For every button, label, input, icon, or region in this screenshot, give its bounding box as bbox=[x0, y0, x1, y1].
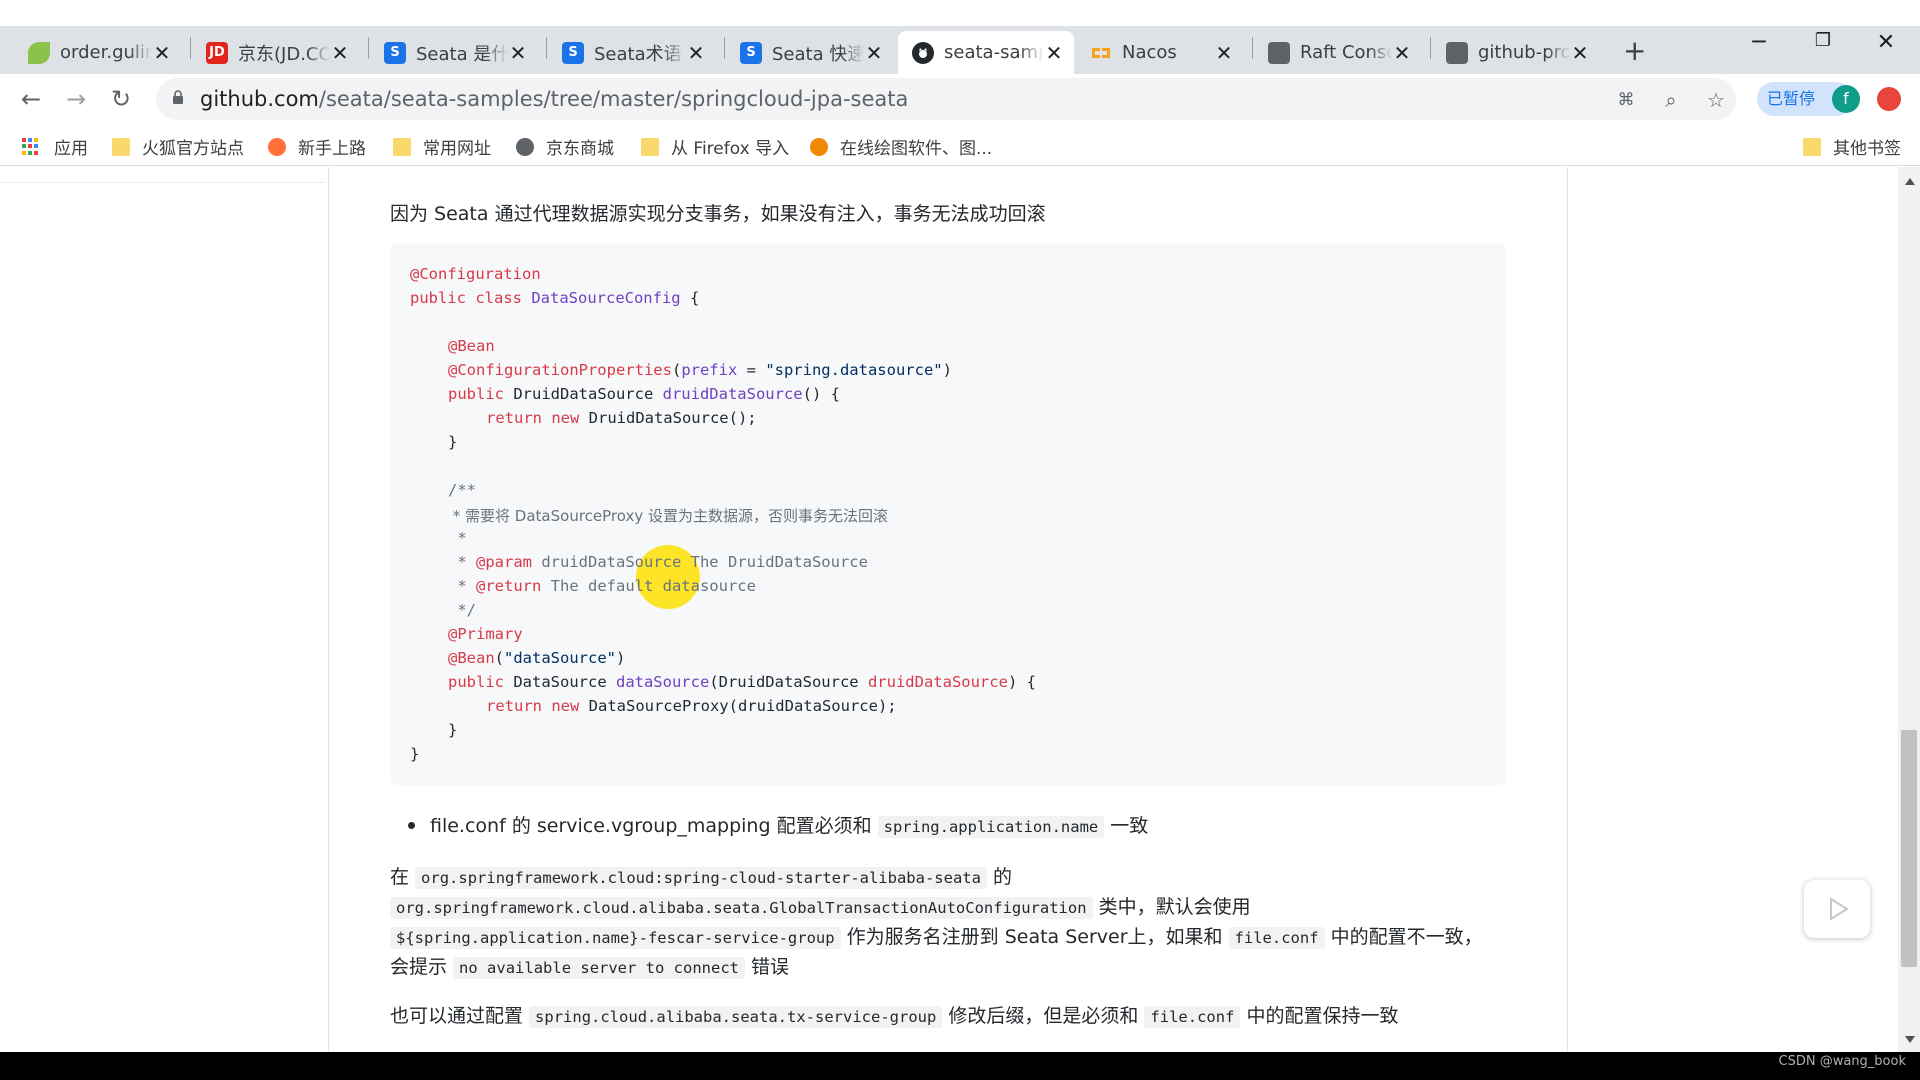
browser-window: order.gulim ✕ JD 京东(JD.COM) ✕ S Seata 是什… bbox=[0, 0, 1920, 1052]
firefox-icon bbox=[268, 137, 286, 156]
config-paragraph-line-3: ${spring.application.name}-fescar-servic… bbox=[390, 922, 1483, 949]
close-tab-icon[interactable]: ✕ bbox=[508, 41, 528, 65]
code-line: @Configuration bbox=[410, 265, 541, 283]
code-line: public DruidDataSource druidDataSource()… bbox=[448, 385, 840, 403]
restore-button[interactable]: ❐ bbox=[1803, 30, 1843, 51]
bookmark-apps[interactable]: 应用 bbox=[22, 134, 88, 159]
apps-grid-icon bbox=[22, 137, 40, 156]
jd-icon: JD bbox=[206, 41, 228, 64]
tab-nacos[interactable]: Nacos ✕ bbox=[1076, 31, 1244, 74]
tab-seata-what[interactable]: S Seata 是什么 ✕ bbox=[370, 31, 538, 74]
code-line: } bbox=[448, 433, 458, 451]
sidebar-divider bbox=[0, 182, 325, 183]
tab-github-proxy[interactable]: github-proxy ✕ bbox=[1432, 31, 1600, 74]
translate-icon[interactable]: ⌘ bbox=[1614, 88, 1638, 112]
folder-icon bbox=[112, 137, 130, 156]
close-tab-icon[interactable]: ✕ bbox=[1392, 41, 1412, 65]
lock-icon bbox=[173, 90, 183, 104]
extension-icon[interactable] bbox=[1877, 87, 1901, 111]
close-tab-icon[interactable]: ✕ bbox=[1570, 41, 1590, 65]
code-line: @Bean("dataSource") bbox=[448, 649, 626, 667]
page-content: 因为 Seata 通过代理数据源实现分支事务，如果没有注入，事务无法成功回滚 @… bbox=[0, 167, 1920, 1052]
code-comment: * @return The default datasource bbox=[448, 577, 756, 595]
forward-button[interactable]: → bbox=[59, 82, 93, 116]
bullet-dot bbox=[408, 822, 415, 829]
tab-order-gulimall[interactable]: order.gulim ✕ bbox=[14, 31, 182, 74]
video-play-button[interactable] bbox=[1804, 880, 1870, 938]
tab-jd[interactable]: JD 京东(JD.COM) ✕ bbox=[192, 31, 360, 74]
bookmark-getting-started[interactable]: 新手上路 bbox=[268, 134, 366, 159]
code-line: public class DataSourceConfig { bbox=[410, 289, 700, 307]
folder-icon bbox=[641, 137, 659, 156]
code-line: return new DruidDataSource(); bbox=[486, 409, 757, 427]
seata-icon: S bbox=[740, 41, 762, 64]
tab-seata-terms[interactable]: S Seata术语 ✕ bbox=[548, 31, 716, 74]
close-tab-icon[interactable]: ✕ bbox=[686, 41, 706, 65]
config-paragraph-line-1: 在 org.springframework.cloud:spring-cloud… bbox=[390, 866, 1013, 889]
config-paragraph-line-2: org.springframework.cloud.alibaba.seata.… bbox=[390, 892, 1251, 919]
globe-icon bbox=[1446, 41, 1468, 64]
play-icon bbox=[1830, 897, 1849, 921]
close-tab-icon[interactable]: ✕ bbox=[152, 41, 172, 65]
code-comment: /** bbox=[448, 481, 476, 499]
close-tab-icon[interactable]: ✕ bbox=[864, 41, 884, 65]
back-button[interactable]: ← bbox=[14, 82, 48, 116]
address-bar[interactable]: github.com/seata/seata-samples/tree/mast… bbox=[156, 78, 1736, 120]
close-tab-icon[interactable]: ✕ bbox=[1214, 41, 1234, 65]
drawio-icon bbox=[810, 137, 828, 156]
code-comment: * @param druidDataSource The DruidDataSo… bbox=[448, 553, 868, 571]
bookmark-other[interactable]: 其他书签 bbox=[1803, 134, 1901, 159]
scroll-up-arrow-icon[interactable] bbox=[1905, 178, 1915, 185]
tab-seata-samples[interactable]: seata-samples ✕ bbox=[898, 31, 1074, 74]
folder-icon bbox=[1803, 137, 1821, 156]
seata-icon: S bbox=[562, 41, 584, 64]
code-line: } bbox=[448, 721, 458, 739]
scrollbar-thumb[interactable] bbox=[1901, 730, 1917, 967]
bookmark-star-icon[interactable]: ☆ bbox=[1704, 88, 1728, 112]
tab-raft-consensus[interactable]: Raft Consensus ✕ bbox=[1254, 31, 1422, 74]
bullet-item: file.conf 的 service.vgroup_mapping 配置必须和… bbox=[430, 815, 1149, 838]
config-paragraph-line-4: 会提示 no available server to connect 错误 bbox=[390, 956, 790, 979]
bookmark-jd-mall[interactable]: 京东商城 bbox=[516, 134, 614, 159]
code-line: return new DataSourceProxy(druidDataSour… bbox=[486, 697, 897, 715]
bookmark-firefox-official[interactable]: 火狐官方站点 bbox=[112, 134, 244, 159]
globe-icon bbox=[1268, 41, 1290, 64]
code-line: @Primary bbox=[448, 625, 523, 643]
suffix-paragraph: 也可以通过配置 spring.cloud.alibaba.seata.tx-se… bbox=[390, 1005, 1399, 1028]
code-line: @Bean bbox=[448, 337, 495, 355]
new-tab-button[interactable]: + bbox=[1623, 34, 1646, 67]
code-comment: * bbox=[448, 529, 467, 547]
browser-toolbar: ← → ↻ github.com/seata/seata-samples/tre… bbox=[0, 74, 1920, 124]
bookmark-drawio[interactable]: 在线绘图软件、图... bbox=[810, 134, 992, 159]
close-tab-icon[interactable]: ✕ bbox=[1044, 41, 1064, 65]
url-text: github.com/seata/seata-samples/tree/mast… bbox=[200, 87, 909, 111]
readme-left-border bbox=[328, 167, 329, 1052]
code-comment: * 需要将 DataSourceProxy 设置为主数据源，否则事务无法回滚 bbox=[448, 507, 888, 525]
code-line: @ConfigurationProperties(prefix = "sprin… bbox=[448, 361, 952, 379]
seata-icon: S bbox=[384, 41, 406, 64]
bookmarks-bar: 应用 火狐官方站点 新手上路 常用网址 京东商城 从 Firefox 导入 在线… bbox=[0, 124, 1920, 166]
intro-paragraph: 因为 Seata 通过代理数据源实现分支事务，如果没有注入，事务无法成功回滚 bbox=[390, 203, 1046, 225]
reload-button[interactable]: ↻ bbox=[104, 82, 138, 116]
code-comment: */ bbox=[448, 601, 476, 619]
close-tab-icon[interactable]: ✕ bbox=[330, 41, 350, 65]
close-window-button[interactable]: ✕ bbox=[1866, 30, 1906, 55]
github-icon bbox=[912, 41, 934, 64]
leaf-icon bbox=[28, 41, 50, 64]
minimize-button[interactable]: ─ bbox=[1739, 30, 1779, 55]
zoom-icon[interactable]: ⌕ bbox=[1659, 88, 1683, 112]
tab-seata-quickstart[interactable]: S Seata 快速开始 ✕ bbox=[726, 31, 894, 74]
nacos-icon bbox=[1090, 42, 1112, 64]
globe-icon bbox=[516, 137, 534, 156]
profile-avatar[interactable]: f bbox=[1832, 85, 1860, 113]
readme-right-border bbox=[1567, 167, 1568, 1052]
bookmark-import-firefox[interactable]: 从 Firefox 导入 bbox=[641, 134, 789, 159]
watermark: CSDN @wang_book bbox=[1778, 1054, 1906, 1069]
bookmark-common-sites[interactable]: 常用网址 bbox=[393, 134, 491, 159]
scroll-down-arrow-icon[interactable] bbox=[1905, 1036, 1915, 1043]
code-line: } bbox=[410, 745, 420, 763]
code-line: public DataSource dataSource(DruidDataSo… bbox=[448, 673, 1036, 691]
folder-icon bbox=[393, 137, 411, 156]
